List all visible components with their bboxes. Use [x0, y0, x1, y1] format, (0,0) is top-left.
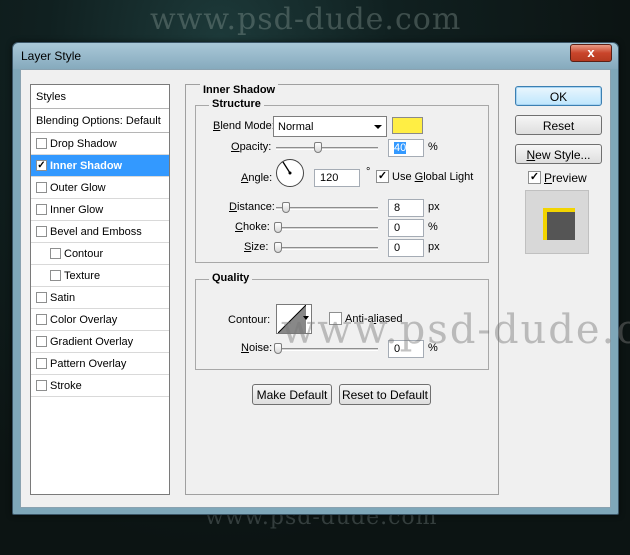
styles-header[interactable]: Styles [31, 85, 169, 109]
style-item-contour[interactable]: Contour [31, 243, 169, 265]
layer-style-dialog: Layer Style x Styles Blending Options: D… [12, 42, 630, 515]
size-slider-thumb[interactable] [274, 242, 282, 253]
contour-label: Contour: [228, 314, 271, 326]
window-title: Layer Style [21, 49, 82, 63]
choke-unit: % [428, 221, 438, 233]
watermark-middle: www.psd-dude.com [281, 307, 630, 353]
dialog-body: Styles Blending Options: Default Drop Sh… [20, 69, 630, 508]
style-item-color-overlay[interactable]: Color Overlay [31, 309, 169, 331]
reset-button[interactable]: Reset [515, 115, 602, 135]
distance-slider[interactable] [276, 207, 378, 210]
distance-label: Distance: [229, 201, 275, 213]
style-item-inner-shadow[interactable]: ✓ Inner Shadow [31, 155, 169, 177]
noise-label: Noise: [241, 342, 273, 354]
panel-title: Inner Shadow [200, 84, 279, 96]
ok-button[interactable]: OK [515, 86, 602, 106]
choke-slider-thumb[interactable] [274, 222, 282, 233]
satin-checkbox[interactable] [36, 292, 47, 303]
close-button[interactable]: x [570, 44, 612, 62]
angle-unit: ° [366, 166, 371, 178]
distance-slider-thumb[interactable] [282, 202, 290, 213]
styles-list: Styles Blending Options: Default Drop Sh… [30, 84, 170, 495]
reset-to-default-button[interactable]: Reset to Default [339, 384, 431, 405]
opacity-slider[interactable] [276, 147, 378, 150]
style-item-gradient-overlay[interactable]: Gradient Overlay [31, 331, 169, 353]
distance-input[interactable]: 8 [388, 199, 424, 217]
style-item-label: Drop Shadow [50, 138, 117, 150]
style-item-label: Outer Glow [50, 182, 106, 194]
make-default-button[interactable]: Make Default [252, 384, 332, 405]
style-item-label: Bevel and Emboss [50, 226, 142, 238]
chevron-down-icon [374, 125, 382, 129]
style-item-label: Contour [64, 248, 104, 260]
style-item-texture[interactable]: Texture [31, 265, 169, 287]
preview-checkbox[interactable]: ✓ [528, 171, 541, 184]
style-item-label: Stroke [50, 380, 82, 392]
style-item-label: Inner Glow [50, 204, 104, 216]
drop-shadow-checkbox[interactable] [36, 138, 47, 149]
color-overlay-checkbox[interactable] [36, 314, 47, 325]
angle-needle-icon [282, 161, 292, 175]
angle-dial[interactable] [276, 159, 304, 187]
choke-slider[interactable] [276, 227, 378, 230]
style-item-label: Inner Shadow [50, 160, 123, 172]
style-item-label: Gradient Overlay [50, 336, 134, 348]
structure-title: Structure [209, 98, 264, 110]
outer-glow-checkbox[interactable] [36, 182, 47, 193]
style-item-label: Pattern Overlay [50, 358, 127, 370]
global-light-label: Use Global Light [392, 171, 474, 183]
style-item-pattern-overlay[interactable]: Pattern Overlay [31, 353, 169, 375]
style-item-stroke[interactable]: Stroke [31, 375, 169, 397]
quality-title: Quality [209, 272, 253, 284]
choke-input[interactable]: 0 [388, 219, 424, 237]
style-item-drop-shadow[interactable]: Drop Shadow [31, 133, 169, 155]
opacity-input[interactable]: 40 [388, 139, 424, 157]
inner-shadow-checkbox[interactable]: ✓ [36, 160, 47, 171]
title-bar[interactable]: Layer Style x [13, 43, 618, 69]
opacity-unit: % [428, 141, 438, 153]
size-slider[interactable] [276, 247, 378, 250]
blend-mode-label: Blend Mode: [213, 120, 275, 132]
stroke-checkbox[interactable] [36, 380, 47, 391]
style-item-inner-glow[interactable]: Inner Glow [31, 199, 169, 221]
watermark-top: www.psd-dude.com [150, 2, 462, 37]
choke-label: Choke: [235, 221, 270, 233]
preview-shape [543, 208, 575, 240]
style-item-satin[interactable]: Satin [31, 287, 169, 309]
inner-glow-checkbox[interactable] [36, 204, 47, 215]
shadow-color-swatch[interactable] [392, 117, 423, 134]
size-label: Size: [244, 241, 269, 253]
blend-mode-value: Normal [278, 121, 314, 133]
structure-group: Structure Blend Mode: Normal Opacity: 40… [195, 98, 489, 263]
style-item-outer-glow[interactable]: Outer Glow [31, 177, 169, 199]
size-unit: px [428, 241, 440, 253]
blend-mode-select[interactable]: Normal [273, 116, 387, 137]
inner-shadow-panel: Inner Shadow Structure Blend Mode: Norma… [185, 84, 630, 495]
style-item-bevel-emboss[interactable]: Bevel and Emboss [31, 221, 169, 243]
distance-unit: px [428, 201, 440, 213]
style-item-label: Satin [50, 292, 76, 304]
global-light-checkbox[interactable]: ✓ [376, 170, 389, 183]
opacity-label: Opacity: [231, 141, 272, 153]
pattern-overlay-checkbox[interactable] [36, 358, 47, 369]
new-style-button[interactable]: New Style... [515, 144, 602, 164]
angle-label: Angle: [241, 172, 273, 184]
size-input[interactable]: 0 [388, 239, 424, 257]
style-item-label: Color Overlay [50, 314, 118, 326]
preview-label: Preview [544, 171, 587, 185]
bevel-emboss-checkbox[interactable] [36, 226, 47, 237]
angle-input[interactable]: 120 [314, 169, 360, 187]
style-item-label: Texture [64, 270, 101, 282]
style-preview-thumbnail [525, 190, 589, 254]
opacity-slider-thumb[interactable] [314, 142, 322, 153]
contour-checkbox[interactable] [50, 248, 61, 259]
gradient-overlay-checkbox[interactable] [36, 336, 47, 347]
texture-checkbox[interactable] [50, 270, 61, 281]
blending-options-item[interactable]: Blending Options: Default [31, 109, 169, 133]
